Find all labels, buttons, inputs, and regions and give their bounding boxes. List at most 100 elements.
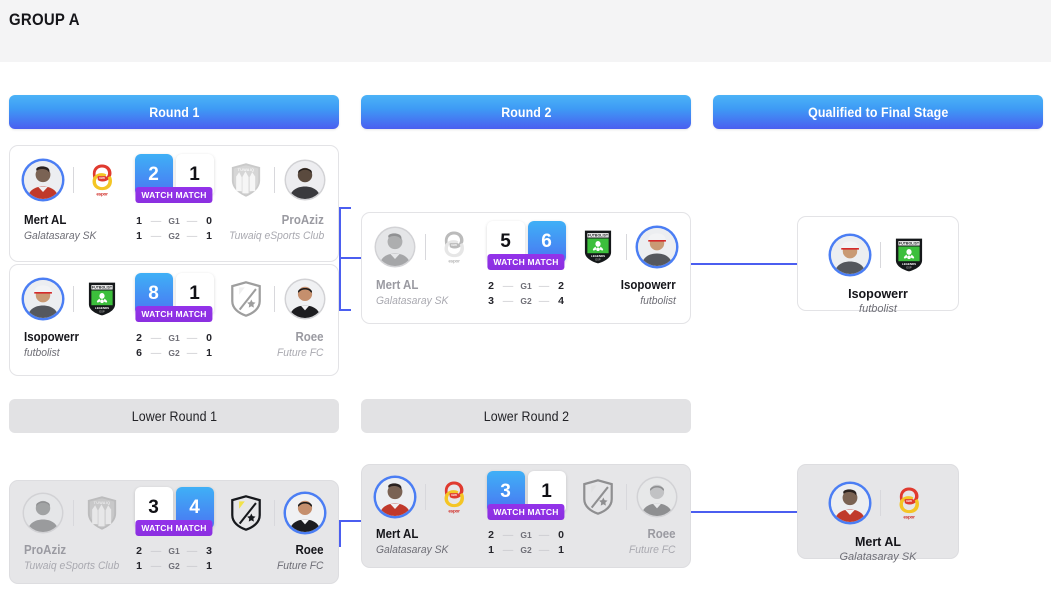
- goals-row-g2: 1 — G2 — 1: [131, 229, 217, 244]
- watch-match-button[interactable]: WATCH MATCH: [487, 254, 565, 270]
- dash: —: [150, 230, 162, 242]
- player-team-right: Tuwaiq eSports Club: [228, 230, 324, 242]
- g1-right: 3: [206, 545, 212, 557]
- qualified-player-team: futbolist: [859, 303, 897, 315]
- g2-right: 4: [558, 295, 564, 307]
- future-fc-logo-icon: [581, 479, 615, 515]
- goals-row-g2: 6 — G2 — 1: [131, 346, 217, 361]
- divider: [73, 167, 74, 193]
- g1-left: 2: [488, 529, 494, 541]
- galatasaray-espor-logo-icon: [892, 485, 926, 521]
- match-left-side: [376, 225, 471, 269]
- avatar: [638, 228, 676, 266]
- dash: —: [538, 280, 550, 292]
- dash: —: [150, 560, 162, 572]
- round-header-round2[interactable]: Round 2: [361, 95, 691, 129]
- divider: [274, 500, 275, 526]
- avatar: [24, 161, 62, 199]
- tuwaiq-esports-logo-icon: [85, 495, 119, 531]
- goals-row-g1: 2 — G1 — 2: [483, 279, 569, 294]
- goals-row-g1: 2 — G1 — 0: [131, 331, 217, 346]
- g1-label: G1: [520, 281, 532, 291]
- match-left-side: [24, 158, 119, 202]
- player-name-left: Mert AL: [376, 278, 419, 292]
- avatar: [638, 478, 676, 516]
- avatar: [376, 228, 414, 266]
- match-card-round1-match2[interactable]: 8 1 WATCH MATCH Isopowerr futbolist Roee…: [9, 264, 339, 376]
- player-name-right: Roee: [295, 543, 324, 557]
- dash: —: [186, 545, 198, 557]
- tuwaiq-esports-logo-icon: [229, 162, 263, 198]
- goals-row-g1: 2 — G1 — 0: [483, 528, 569, 543]
- avatar: [24, 280, 62, 318]
- divider: [73, 500, 74, 526]
- g2-label: G2: [520, 545, 532, 555]
- goals-row-g2: 1 — G2 — 1: [131, 559, 217, 574]
- player-name-right: ProAziz: [281, 213, 324, 227]
- g1-right: 0: [558, 529, 564, 541]
- goals-table: 2 — G1 — 2 3 — G2 — 4: [483, 279, 569, 309]
- player-team-left: Galatasaray SK: [376, 295, 449, 307]
- match-right-side: [229, 158, 324, 202]
- match-right-side: [581, 475, 676, 519]
- round-header-qualified-label: Qualified to Final Stage: [807, 104, 949, 120]
- round-header-lower-round2[interactable]: Lower Round 2: [361, 399, 691, 433]
- round-header-lower-round2-label: Lower Round 2: [483, 408, 569, 424]
- watch-match-button[interactable]: WATCH MATCH: [135, 187, 213, 203]
- dash: —: [186, 347, 198, 359]
- match-right-side: [581, 225, 676, 269]
- avatar: [830, 484, 869, 522]
- match-card-round2-match1[interactable]: 5 6 WATCH MATCH Mert AL Galatasaray SK I…: [361, 212, 691, 324]
- qualified-card-upper[interactable]: Isopowerr futbolist: [797, 216, 959, 315]
- match-card-lower-round1-match1[interactable]: 3 4 WATCH MATCH ProAziz Tuwaiq eSports C…: [9, 480, 339, 584]
- dash: —: [502, 529, 514, 541]
- dash: —: [150, 215, 162, 227]
- match-right-side: [229, 491, 324, 535]
- goals-row-g1: 2 — G1 — 3: [131, 544, 217, 559]
- dash: —: [150, 545, 162, 557]
- g1-left: 2: [488, 280, 494, 292]
- divider: [274, 286, 275, 312]
- player-team-right: Future FC: [629, 544, 676, 556]
- g1-label: G1: [168, 546, 180, 556]
- round-header-lower-round1[interactable]: Lower Round 1: [9, 399, 339, 433]
- g1-label: G1: [520, 530, 532, 540]
- qualified-card-lower[interactable]: Mert AL Galatasaray SK: [797, 464, 959, 563]
- connector-upper-top-stub: [339, 207, 351, 209]
- player-name-left: Mert AL: [376, 527, 419, 541]
- watch-match-button[interactable]: WATCH MATCH: [135, 306, 213, 322]
- watch-match-button[interactable]: WATCH MATCH: [487, 504, 565, 520]
- group-header-band: GROUP A: [0, 0, 1051, 62]
- match-card-round1-match1[interactable]: 2 1 WATCH MATCH Mert AL Galatasaray SK P…: [9, 145, 339, 262]
- dash: —: [538, 295, 550, 307]
- dash: —: [186, 230, 198, 242]
- dash: —: [186, 215, 198, 227]
- goals-table: 2 — G1 — 0 1 — G2 — 1: [483, 528, 569, 558]
- player-name-left: Mert AL: [24, 213, 67, 227]
- round-header-qualified[interactable]: Qualified to Final Stage: [713, 95, 1043, 129]
- g2-left: 3: [488, 295, 494, 307]
- qualified-media-row: [798, 481, 958, 525]
- goals-row-g1: 1 — G1 — 0: [131, 214, 217, 229]
- connector-upper-out: [339, 257, 363, 259]
- avatar: [286, 280, 324, 318]
- watch-match-button[interactable]: WATCH MATCH: [135, 520, 213, 536]
- dash: —: [150, 347, 162, 359]
- round-header-round1[interactable]: Round 1: [9, 95, 339, 129]
- goals-table: 2 — G1 — 0 6 — G2 — 1: [131, 331, 217, 361]
- avatar: [24, 494, 62, 532]
- g1-right: 0: [206, 332, 212, 344]
- score-block: 8 1 WATCH MATCH: [133, 273, 215, 323]
- avatar: [286, 161, 324, 199]
- match-card-lower-round2-match1[interactable]: 3 1 WATCH MATCH Mert AL Galatasaray SK R…: [361, 464, 691, 568]
- g1-label: G1: [168, 333, 180, 343]
- g2-left: 1: [136, 560, 142, 572]
- player-team-right: futbolist: [640, 295, 676, 307]
- divider: [274, 167, 275, 193]
- g1-right: 2: [558, 280, 564, 292]
- g1-left: 1: [136, 215, 142, 227]
- qualified-player-name: Isopowerr: [848, 287, 908, 301]
- g2-right: 1: [558, 544, 564, 556]
- g2-label: G2: [168, 348, 180, 358]
- player-name-right: Roee: [647, 527, 676, 541]
